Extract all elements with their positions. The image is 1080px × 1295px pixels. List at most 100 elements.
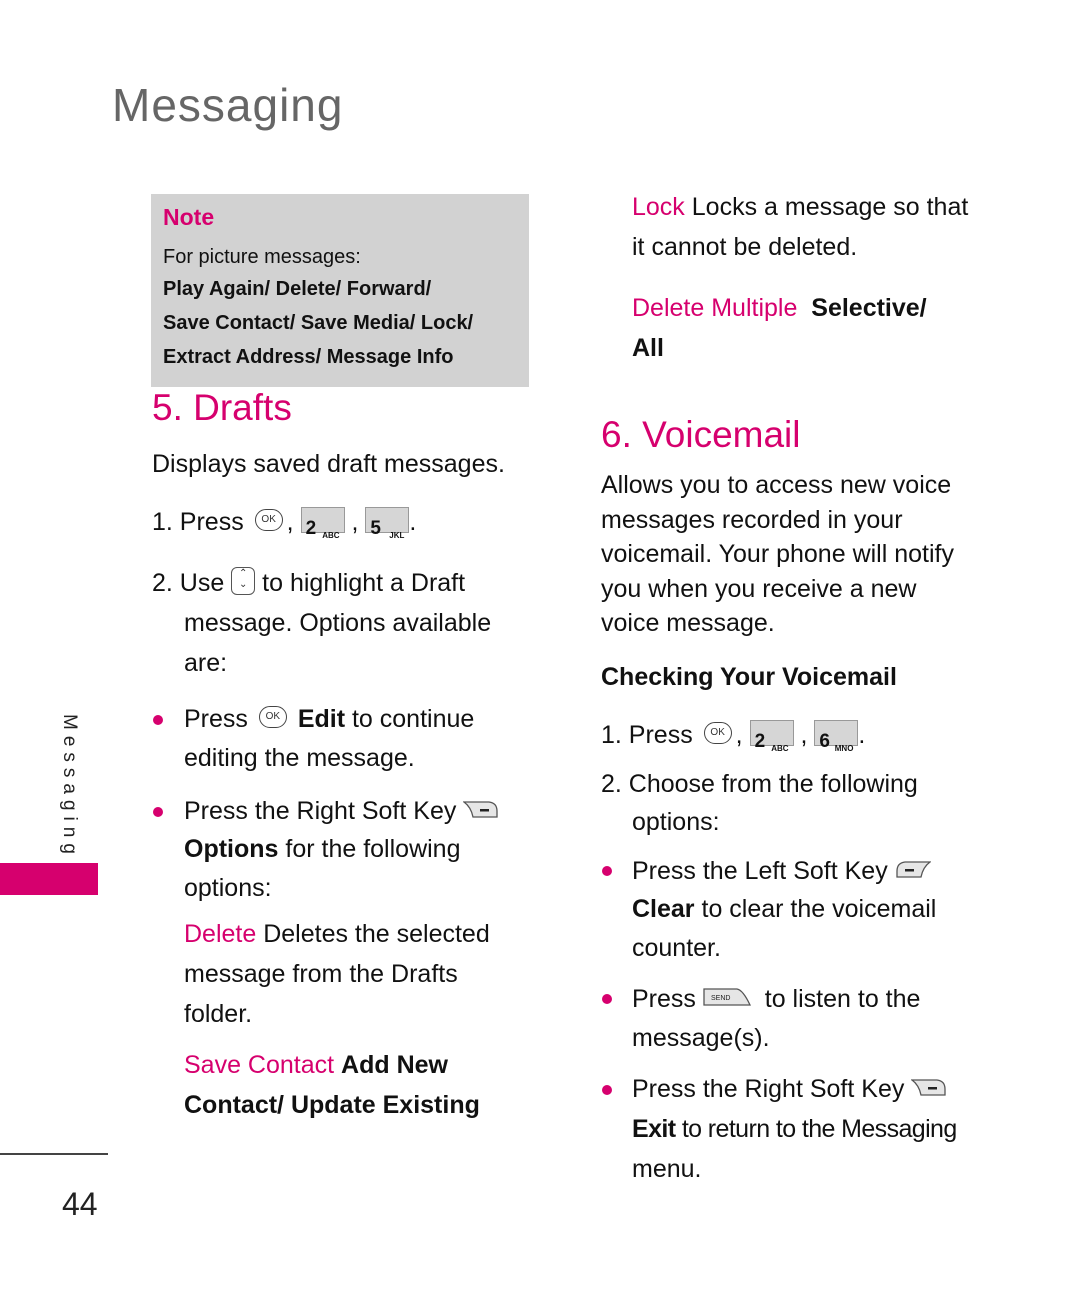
bullet-icon (153, 715, 163, 725)
bold-term: Clear (632, 895, 695, 923)
drafts-description: Displays saved draft messages. (152, 450, 505, 478)
ok-key-icon: OK (258, 706, 287, 729)
drafts-bullet-options-cont: Options for the following (184, 830, 461, 869)
bold-term: Options (184, 835, 279, 863)
description-line: you when you receive a new (601, 574, 917, 603)
bullet-text: to continue (351, 705, 475, 733)
voicemail-bullet-clear: Press the Left Soft Key (632, 852, 931, 891)
option-term: Delete (184, 920, 257, 948)
step-text: 1. Press (601, 721, 693, 749)
key-6-mno-icon: 6 MNO (814, 720, 859, 753)
bullet-icon (153, 807, 163, 817)
option-desc: Contact/ Update Existing (184, 1091, 480, 1119)
option-desc: All (632, 334, 664, 362)
option-term: Save Contact (184, 1051, 335, 1079)
right-soft-key-icon (911, 1079, 946, 1097)
side-tab-label: Messaging (59, 714, 80, 860)
bullet-text: to return to the Messaging (681, 1115, 957, 1143)
key-2-abc-icon: 2 ABC (749, 720, 794, 753)
bullet-text: options: (184, 874, 272, 902)
step-text: to highlight a Draft (262, 569, 466, 597)
svg-text:SEND: SEND (711, 995, 730, 1002)
separator: , (735, 721, 743, 749)
voicemail-description: Allows you to access new voice messages … (601, 468, 954, 641)
option-save-contact: Save Contact Add New (184, 1046, 448, 1085)
option-delete-multiple: Delete Multiple Selective/ (632, 289, 927, 328)
note-label: Note (163, 204, 215, 230)
ok-key-icon: OK (703, 722, 732, 745)
note-line: Save Contact/ Save Media/ Lock/ (163, 312, 474, 334)
page-number: 44 (62, 1186, 98, 1222)
key-2-abc-icon: 2 ABC (300, 507, 345, 540)
note-intro: For picture messages: (163, 246, 361, 268)
drafts-bullet-options: Press the Right Soft Key (184, 792, 499, 831)
drafts-heading: 5. Drafts (152, 387, 292, 428)
voicemail-bullet-exit-cont: Exit to return to the Messaging (632, 1110, 957, 1149)
period: . (409, 508, 417, 536)
step-text: 1. Press (152, 508, 244, 536)
option-term: Delete Multiple (632, 294, 798, 322)
bold-term: Edit (297, 705, 346, 733)
ok-key-icon: OK (254, 509, 283, 532)
left-soft-key-icon (896, 861, 931, 879)
option-desc: Selective/ (811, 294, 927, 322)
bullet-text: editing the message. (184, 744, 415, 772)
bullet-text: counter. (632, 934, 721, 962)
bullet-text: Press the Left Soft Key (632, 857, 888, 885)
description-line: Allows you to access new voice (601, 471, 952, 499)
step-text: are: (184, 649, 228, 677)
option-term: Lock (632, 193, 685, 221)
bullet-text: message(s). (632, 1024, 770, 1052)
bullet-text: to clear the voicemail (701, 895, 937, 923)
option-lock: Lock Locks a message so that (632, 188, 968, 227)
voicemail-bullet-exit: Press the Right Soft Key (632, 1070, 947, 1109)
page-title: Messaging (112, 79, 344, 131)
option-desc: Add New (341, 1051, 448, 1079)
bullet-icon (602, 866, 612, 876)
bullet-icon (602, 994, 612, 1004)
drafts-step-2: 2. Use ⌃ ⌄ to highlight a Draft (152, 564, 465, 603)
option-desc: message from the Drafts (184, 960, 458, 988)
right-soft-key-icon (463, 801, 498, 819)
bullet-text: Press (184, 705, 248, 733)
separator: , (286, 508, 294, 536)
voicemail-bullet-clear-cont: Clear to clear the voicemail (632, 890, 936, 929)
voicemail-subheading: Checking Your Voicemail (601, 663, 897, 691)
description-line: voicemail. Your phone will notify (601, 540, 954, 568)
option-desc: it cannot be deleted. (632, 233, 858, 261)
footer-divider (0, 1153, 108, 1155)
voicemail-bullet-send: Press SEND to listen to the (632, 980, 920, 1019)
option-delete: Delete Deletes the selected (184, 915, 490, 954)
note-line: Extract Address/ Message Info (163, 346, 454, 368)
step-text: message. Options available (184, 609, 492, 637)
note-line: Play Again/ Delete/ Forward/ (163, 278, 432, 300)
separator: , (351, 508, 359, 536)
send-key-icon: SEND (703, 988, 751, 1007)
bullet-text: Press the Right Soft Key (184, 797, 457, 825)
bullet-text: Press (632, 985, 696, 1013)
bold-term: Exit (632, 1115, 676, 1143)
voicemail-heading: 6. Voicemail (601, 414, 801, 455)
navigation-key-icon: ⌃ ⌄ (231, 567, 256, 596)
side-tab-marker (0, 863, 98, 895)
step-text: 2. Choose from the following (601, 770, 918, 798)
period: . (858, 721, 866, 749)
separator: , (800, 721, 808, 749)
voicemail-step-1: 1. Press OK, 2 ABC , 6 MNO. (601, 716, 865, 755)
key-5-jkl-icon: 5 JKL (365, 507, 410, 540)
drafts-bullet-edit: Press OK Edit to continue (184, 700, 474, 739)
note-box: Note For picture messages: Play Again/ D… (151, 194, 529, 387)
bullet-text: for the following (285, 835, 461, 863)
step-text: options: (632, 808, 720, 836)
bullet-text: to listen to the (764, 985, 921, 1013)
bullet-text: menu. (632, 1155, 702, 1183)
description-line: voice message. (601, 609, 775, 637)
description-line: messages recorded in your (601, 505, 903, 534)
option-desc: Locks a message so that (691, 193, 969, 221)
option-desc: folder. (184, 1000, 253, 1028)
drafts-step-1: 1. Press OK, 2 ABC , 5 JKL. (152, 503, 416, 542)
option-desc: Deletes the selected (263, 920, 490, 948)
bullet-text: Press the Right Soft Key (632, 1075, 905, 1103)
bullet-icon (602, 1085, 612, 1095)
step-text: 2. Use (152, 569, 225, 597)
